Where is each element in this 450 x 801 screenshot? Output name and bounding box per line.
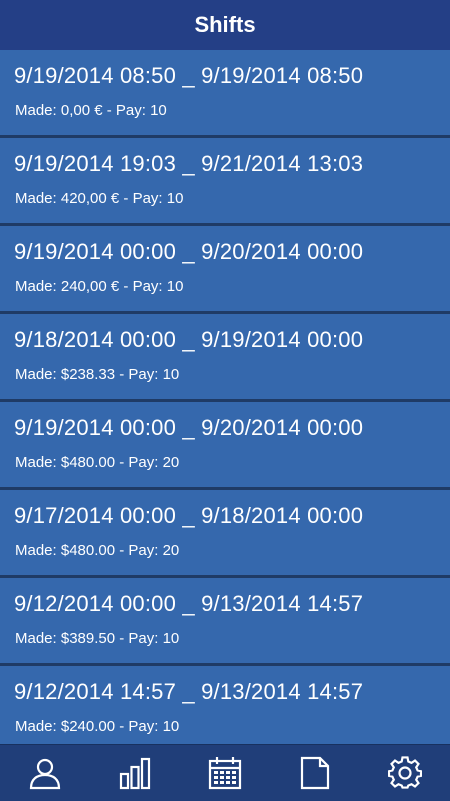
gear-icon [388,756,422,789]
shift-dates: 9/12/2014 00:00 _ 9/13/2014 14:57 [14,591,364,616]
shift-info: Made: $389.50 - Pay: 10 [15,630,180,647]
shift-info: Made: $480.00 - Pay: 20 [15,454,180,471]
shift-info: Made: $240.00 - Pay: 10 [15,718,180,735]
shift-info: Made: $480.00 - Pay: 20 [15,542,180,559]
shift-row[interactable]: 9/19/2014 00:00 _ 9/20/2014 00:00 Made: … [0,226,450,314]
nav-calendar-button[interactable] [195,745,255,801]
shift-row[interactable]: 9/12/2014 14:57 _ 9/13/2014 14:57 Made: … [0,666,450,744]
nav-stats-button[interactable] [105,745,165,801]
shift-dates: 9/19/2014 00:00 _ 9/20/2014 00:00 [14,415,364,440]
calendar-icon [208,757,242,790]
shift-dates: 9/18/2014 00:00 _ 9/19/2014 00:00 [14,327,364,352]
shift-row[interactable]: 9/19/2014 08:50 _ 9/19/2014 08:50 Made: … [0,50,450,138]
shift-row[interactable]: 9/19/2014 00:00 _ 9/20/2014 00:00 Made: … [0,402,450,490]
shift-row[interactable]: 9/19/2014 19:03 _ 9/21/2014 13:03 Made: … [0,138,450,226]
shift-info: Made: 420,00 € - Pay: 10 [15,190,184,207]
shift-dates: 9/19/2014 00:00 _ 9/20/2014 00:00 [14,239,364,264]
nav-settings-button[interactable] [375,745,435,801]
bar-chart-icon [119,757,151,790]
shift-row[interactable]: 9/17/2014 00:00 _ 9/18/2014 00:00 Made: … [0,490,450,578]
shift-dates: 9/12/2014 14:57 _ 9/13/2014 14:57 [14,679,364,704]
shift-dates: 9/17/2014 00:00 _ 9/18/2014 00:00 [14,503,364,528]
shift-row[interactable]: 9/18/2014 00:00 _ 9/19/2014 00:00 Made: … [0,314,450,402]
shift-info: Made: 0,00 € - Pay: 10 [15,102,167,119]
document-icon [300,756,330,790]
shift-row[interactable]: 9/12/2014 00:00 _ 9/13/2014 14:57 Made: … [0,578,450,666]
shift-dates: 9/19/2014 08:50 _ 9/19/2014 08:50 [14,63,364,88]
shift-dates: 9/19/2014 19:03 _ 9/21/2014 13:03 [14,151,364,176]
bottom-nav [0,744,450,801]
shift-info: Made: 240,00 € - Pay: 10 [15,278,184,295]
shift-info: Made: $238.33 - Pay: 10 [15,366,180,383]
nav-profile-button[interactable] [15,745,75,801]
shift-list[interactable]: 9/19/2014 08:50 _ 9/19/2014 08:50 Made: … [0,50,450,744]
user-icon [29,758,61,790]
app-header: Shifts [0,0,450,50]
page-title: Shifts [194,12,256,37]
nav-report-button[interactable] [285,745,345,801]
